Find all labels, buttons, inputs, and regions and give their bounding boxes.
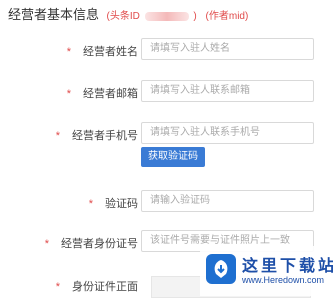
site-watermark: 这里下载站 www.Heredown.com (200, 246, 333, 296)
email-label-text: 经营者邮箱 (83, 88, 138, 100)
email-input[interactable]: 请填写入驻人联系邮箱 (141, 80, 314, 102)
watermark-cn-text: 这里下载站 (242, 258, 333, 275)
phone-input[interactable]: 请填写入驻人联系手机号 (141, 122, 314, 144)
id-front-label-text: 身份证件正面 (72, 281, 138, 293)
required-mark: * (66, 46, 71, 58)
section-header: 经营者基本信息 (头条ID ) (作者mid) (8, 4, 248, 23)
author-mid: (作者mid) (205, 11, 249, 22)
code-label: * 验证码 (89, 195, 138, 211)
required-mark: * (55, 130, 60, 142)
required-mark: * (44, 238, 49, 250)
id-front-label: * 身份证件正面 (56, 278, 138, 294)
phone-label-text: 经营者手机号 (72, 130, 138, 142)
get-code-button[interactable]: 获取验证码 (141, 147, 205, 167)
name-label-text: 经营者姓名 (83, 46, 138, 58)
email-label: * 经营者邮箱 (67, 85, 138, 101)
phone-label: * 经营者手机号 (56, 127, 138, 143)
id-suffix: ) (193, 11, 197, 22)
redacted-id (144, 11, 189, 21)
code-input[interactable]: 请输入验证码 (141, 190, 314, 212)
account-id-meta: (头条ID ) (作者mid) (107, 11, 249, 22)
watermark-url-text: www.Heredown.com (242, 275, 325, 285)
id-number-label-text: 经营者身份证号 (61, 238, 138, 250)
id-number-label: * 经营者身份证号 (45, 235, 138, 251)
required-mark: * (88, 198, 93, 210)
code-label-text: 验证码 (105, 198, 138, 210)
section-title: 经营者基本信息 (8, 7, 100, 22)
name-input[interactable]: 请填写入驻人姓名 (141, 38, 314, 60)
id-prefix: (头条ID (106, 11, 140, 22)
required-mark: * (66, 88, 71, 100)
required-mark: * (55, 281, 60, 293)
download-site-logo-icon (206, 254, 236, 284)
name-label: * 经营者姓名 (67, 43, 138, 59)
